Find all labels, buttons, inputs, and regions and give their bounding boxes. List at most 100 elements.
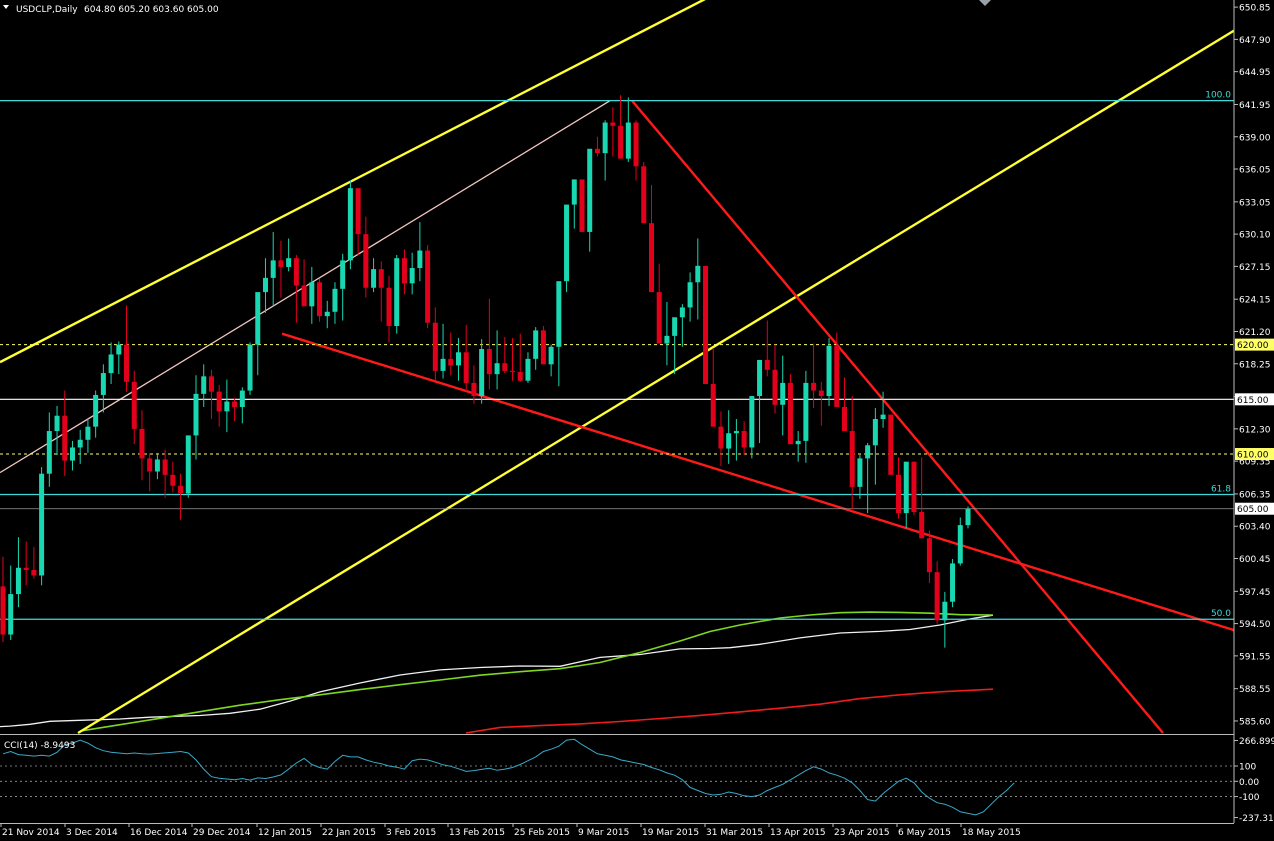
candle-body-down <box>216 391 222 412</box>
candle-body-down <box>911 461 917 513</box>
candle-body-down <box>764 359 770 370</box>
candle-body-down <box>811 382 817 391</box>
candle-body-down <box>540 330 546 365</box>
candle-body-up <box>726 433 732 449</box>
candle-body-down <box>718 426 724 449</box>
time-tick-label: 22 Jan 2015 <box>322 828 376 838</box>
candle-body-down <box>139 428 145 459</box>
candle-body-up <box>309 282 315 307</box>
price-tick-label: 597.45 <box>1239 588 1271 598</box>
fib-level-label: 50.0 <box>1211 609 1231 619</box>
price-tick-label: 630.10 <box>1239 231 1271 241</box>
candle-body-down <box>432 322 438 371</box>
candle-body-up <box>440 358 446 371</box>
usdclp-daily-chart[interactable]: 266.8991 100 0.00 -100 -237.313 650.85 647.90… <box>0 0 1274 841</box>
candle-body-up <box>556 281 562 347</box>
candle-body-down <box>425 250 431 323</box>
candle-body-up <box>100 373 106 395</box>
candle-body-down <box>633 122 639 167</box>
price-tick-label: 588.55 <box>1239 685 1271 695</box>
candle-body-down <box>293 258 299 286</box>
candle-body-up <box>757 359 763 397</box>
time-tick-label: 3 Dec 2014 <box>66 828 118 838</box>
candle <box>425 245 431 329</box>
candle-body-down <box>618 125 624 159</box>
price-tick-label: 594.50 <box>1239 620 1271 630</box>
candle-body-up <box>15 567 21 595</box>
candle <box>540 326 546 365</box>
candle-body-up <box>201 376 207 394</box>
candle-body-up <box>872 419 878 446</box>
price-tick-label: 636.05 <box>1239 166 1271 176</box>
candle-body-down <box>934 572 940 621</box>
candle-body-up <box>903 461 909 514</box>
fib-level-label: 61.8 <box>1211 485 1231 495</box>
price-tick-label: 624.15 <box>1239 296 1271 306</box>
candle-body-down <box>317 282 323 317</box>
time-tick-label: 13 Apr 2015 <box>770 828 826 838</box>
candle-body-up <box>340 260 346 289</box>
candle-body-up <box>695 265 701 283</box>
candle-body-down <box>162 459 168 475</box>
price-tick-label: 600.45 <box>1239 555 1271 565</box>
price-tick-label: 618.25 <box>1239 360 1271 370</box>
candle-body-down <box>124 344 130 382</box>
candle-body-up <box>564 204 570 282</box>
candle-body-down <box>579 179 585 232</box>
candle-body-down <box>301 285 307 307</box>
candle-body-down <box>656 292 662 344</box>
time-tick-label: 31 Mar 2015 <box>706 828 763 838</box>
candle <box>826 338 832 406</box>
candle-body-down <box>849 431 855 487</box>
cci-tick-label: 0.00 <box>1239 778 1259 788</box>
candle-body-down <box>517 371 523 381</box>
price-level-tag-label: 610.00 <box>1237 451 1269 461</box>
candle-body-down <box>355 188 361 235</box>
price-tick-label: 603.40 <box>1239 523 1271 533</box>
candle-body-down <box>62 415 68 461</box>
candle-body-down <box>841 406 847 432</box>
candle-body-down <box>131 381 137 429</box>
candle-body-up <box>950 563 956 602</box>
price-level-tag-label: 615.00 <box>1237 396 1269 406</box>
candle-body-down <box>463 352 469 383</box>
candle-body-down <box>510 370 516 372</box>
time-tick-label: 25 Feb 2015 <box>514 828 570 838</box>
candle-body-up <box>286 258 292 267</box>
price-tick-label: 644.95 <box>1239 68 1271 78</box>
candle <box>641 161 647 224</box>
ohlc-readout: 604.80 605.20 603.60 605.00 <box>84 5 219 15</box>
candle-body-down <box>23 567 29 570</box>
candle-body-up <box>494 363 500 375</box>
candle <box>247 342 253 395</box>
candle-body-up <box>780 382 786 405</box>
candle <box>950 559 956 608</box>
time-tick-label: 16 Dec 2014 <box>130 828 188 838</box>
candle-body-up <box>77 439 83 448</box>
cci-tick-label: 100 <box>1239 763 1256 773</box>
candle-body-down <box>278 260 284 267</box>
candle-body-up <box>571 179 577 205</box>
candle-body-up <box>625 122 631 159</box>
time-tick-label: 18 May 2015 <box>962 828 1021 838</box>
candle <box>579 179 585 232</box>
candle-body-up <box>193 393 199 436</box>
candle-body-up <box>672 317 678 336</box>
candle-body-up <box>687 282 693 308</box>
candle-body-down <box>710 384 716 427</box>
candle-body-up <box>8 594 14 635</box>
candle-body-up <box>795 440 801 445</box>
time-tick-label: 21 Nov 2014 <box>2 828 60 838</box>
candle-body-up <box>957 525 963 564</box>
candle-body-up <box>679 307 685 318</box>
candle-body-up <box>525 358 531 381</box>
time-tick-label: 23 Apr 2015 <box>834 828 890 838</box>
fib-level-label: 100.0 <box>1205 91 1231 101</box>
time-tick-label: 12 Jan 2015 <box>258 828 312 838</box>
candle-body-up <box>394 258 400 327</box>
candle-body-down <box>772 369 778 405</box>
candle-body-down <box>502 363 508 371</box>
candle-body-up <box>239 390 245 407</box>
time-tick-label: 13 Feb 2015 <box>449 828 505 838</box>
candle-body-up <box>85 426 91 440</box>
